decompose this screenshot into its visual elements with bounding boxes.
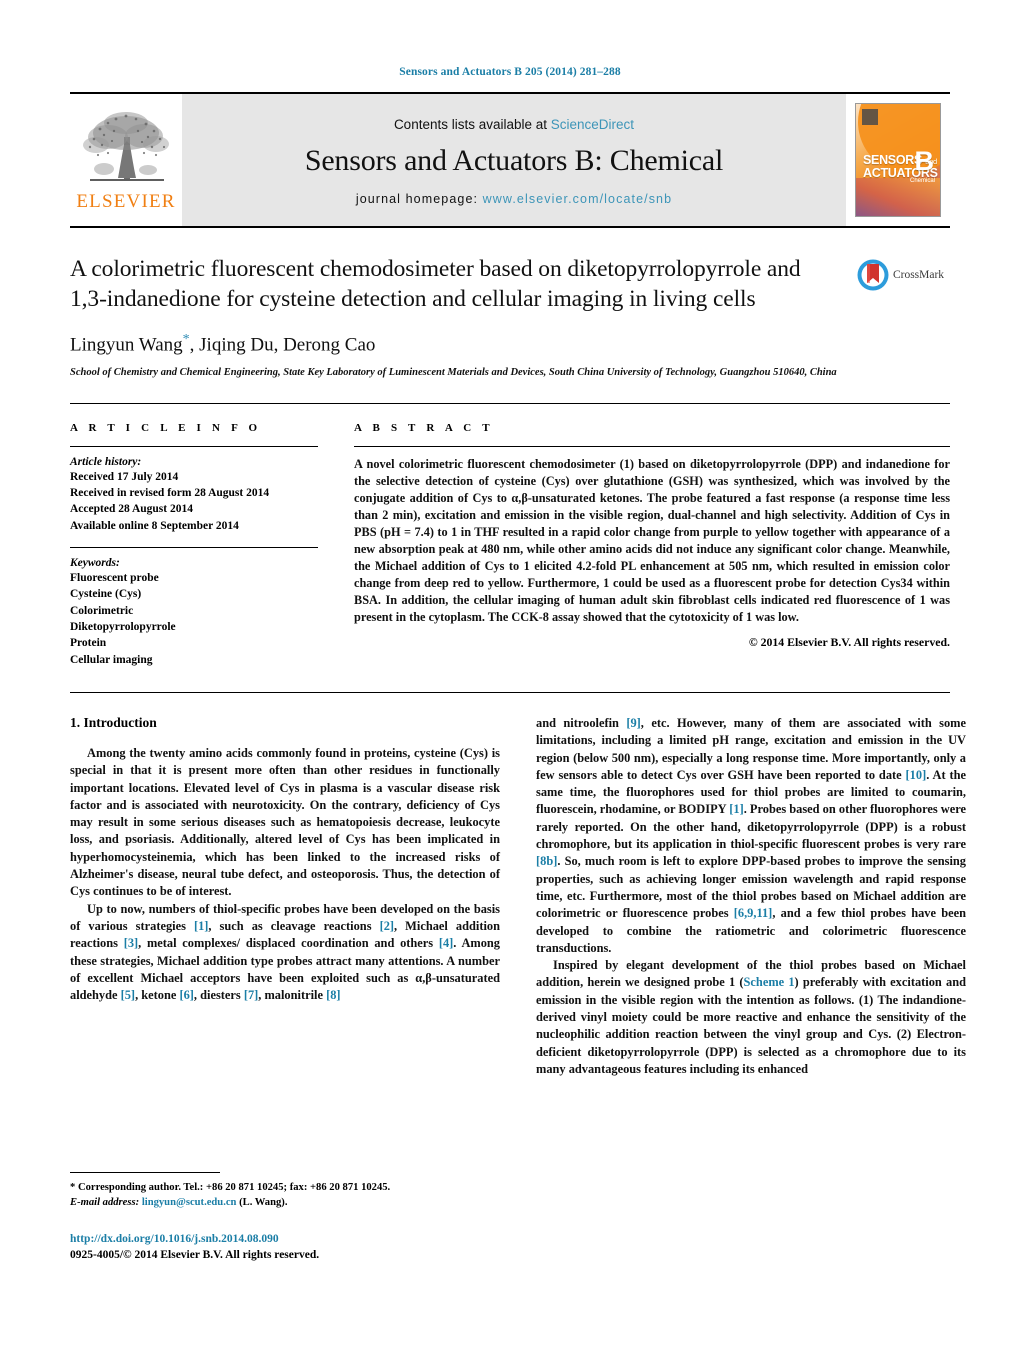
elsevier-logo: ELSEVIER <box>70 94 182 226</box>
history-received: Received 17 July 2014 <box>70 470 179 483</box>
homepage-prefix: journal homepage: <box>355 191 483 206</box>
email-suffix: (L. Wang). <box>236 1197 288 1209</box>
citation-ref[interactable]: [6,9,11] <box>734 906 773 920</box>
citation-ref[interactable]: [10] <box>906 768 927 782</box>
citation-ref[interactable]: [2] <box>380 919 394 933</box>
citation-ref[interactable]: [3] <box>124 936 138 950</box>
citation-ref[interactable]: [7] <box>244 988 258 1002</box>
scheme-ref[interactable]: Scheme 1 <box>744 975 795 989</box>
citation-ref[interactable]: [4] <box>439 936 453 950</box>
citation-ref[interactable]: [1] <box>194 919 208 933</box>
elsevier-wordmark: ELSEVIER <box>76 191 176 212</box>
email-note: E-mail address: lingyun@scut.edu.cn (L. … <box>70 1195 500 1210</box>
info-abstract-region: A R T I C L E I N F O Article history: R… <box>70 402 950 668</box>
corresponding-author-note: * Corresponding author. Tel.: +86 20 871… <box>70 1182 391 1193</box>
citation-ref[interactable]: [8b] <box>536 854 557 868</box>
email-link[interactable]: lingyun@scut.edu.cn <box>142 1197 237 1208</box>
journal-homepage-line: journal homepage: www.elsevier.com/locat… <box>356 192 672 206</box>
doi-link[interactable]: http://dx.doi.org/10.1016/j.snb.2014.08.… <box>70 1231 500 1247</box>
text-run: , malonitrile <box>258 988 327 1003</box>
footnote-region: * Corresponding author. Tel.: +86 20 871… <box>70 1172 500 1263</box>
history-revised: Received in revised form 28 August 2014 <box>70 487 270 500</box>
text-run: ) preferably with excitation and emissio… <box>536 975 966 1076</box>
keyword-item: Protein <box>70 637 107 650</box>
contents-prefix: Contents lists available at <box>393 116 551 132</box>
email-label: E-mail address: <box>70 1197 142 1209</box>
intro-paragraph-3: and nitroolefin [9], etc. However, many … <box>536 715 966 957</box>
cover-elsevier-mark-icon <box>862 109 878 125</box>
abstract-column: A B S T R A C T A novel colorimetric flu… <box>354 422 950 668</box>
citation-ref[interactable]: [1] <box>729 802 743 816</box>
keyword-item: Diketopyrrolopyrrole <box>70 621 176 633</box>
abstract-text: A novel colorimetric fluorescent chemodo… <box>354 456 950 625</box>
text-run: , such as cleavage reactions <box>208 918 380 933</box>
intro-paragraph-1: Among the twenty amino acids commonly fo… <box>70 745 500 899</box>
authors-rest: , Jiqing Du, Derong Cao <box>189 334 376 356</box>
keyword-item: Fluorescent probe <box>70 572 159 585</box>
journal-band: Contents lists available at ScienceDirec… <box>182 94 846 226</box>
keyword-item: Cysteine (Cys) <box>70 588 142 601</box>
text-run: , ketone <box>135 988 180 1003</box>
footnote-divider <box>70 1172 220 1173</box>
abstract-heading: A B S T R A C T <box>354 421 494 434</box>
page-title: A colorimetric fluorescent chemodosimete… <box>70 256 801 313</box>
sciencedirect-link[interactable]: ScienceDirect <box>551 117 634 132</box>
divider <box>354 445 950 447</box>
intro-paragraph-4: Inspired by elegant development of the t… <box>536 957 966 1078</box>
citation-ref[interactable]: [5] <box>121 988 135 1002</box>
intro-paragraph-2: Up to now, numbers of thiol-specific pro… <box>70 901 500 1005</box>
journal-title: Sensors and Actuators B: Chemical <box>304 143 724 177</box>
citation-ref[interactable]: [6] <box>179 988 193 1002</box>
author-marker: * <box>182 332 190 348</box>
keywords-label: Keywords: <box>70 557 120 570</box>
keyword-item: Colorimetric <box>70 604 134 617</box>
section-divider <box>70 691 950 693</box>
article-info-heading: A R T I C L E I N F O <box>70 421 262 434</box>
crossmark-icon <box>857 259 889 291</box>
abstract-copyright: © 2014 Elsevier B.V. All rights reserved… <box>748 635 950 650</box>
journal-homepage-link[interactable]: www.elsevier.com/locate/snb <box>483 192 673 206</box>
journal-cover-block: SENSORS and ACTUATORS B Chemical <box>846 94 950 226</box>
title-area: A colorimetric fluorescent chemodosimete… <box>70 254 950 381</box>
author-corresponding: Lingyun Wang <box>70 334 183 356</box>
running-head: Sensors and Actuators B 205 (2014) 281–2… <box>399 66 621 78</box>
history-accepted: Accepted 28 August 2014 <box>70 503 193 516</box>
divider <box>70 445 318 447</box>
citation-ref[interactable]: [9] <box>626 716 640 730</box>
cover-series-letter: B <box>914 146 935 176</box>
author-list: Lingyun Wang*, Jiqing Du, Derong Cao <box>70 332 950 356</box>
crossmark-label: CrossMark <box>892 269 945 281</box>
text-run: , diesters <box>193 988 244 1003</box>
article-history-label: Article history: <box>70 455 142 468</box>
paper-page: Sensors and Actuators B 205 (2014) 281–2… <box>0 0 1020 1351</box>
journal-cover-thumbnail: SENSORS and ACTUATORS B Chemical <box>855 103 941 217</box>
issn-copyright: 0925-4005/© 2014 Elsevier B.V. All right… <box>70 1248 320 1261</box>
doi-block: http://dx.doi.org/10.1016/j.snb.2014.08.… <box>70 1231 500 1263</box>
cover-subtitle: Chemical <box>909 178 935 184</box>
text-run: and nitroolefin <box>536 715 627 730</box>
elsevier-tree-icon <box>83 112 169 181</box>
left-column: 1. Introduction Among the twenty amino a… <box>70 715 500 1078</box>
contents-available-line: Contents lists available at ScienceDirec… <box>394 117 634 132</box>
journal-masthead: ELSEVIER Contents lists available at Sci… <box>70 92 950 228</box>
keyword-item: Cellular imaging <box>70 653 153 666</box>
crossmark-badge[interactable]: CrossMark <box>850 258 950 292</box>
divider <box>70 547 318 549</box>
right-column: and nitroolefin [9], etc. However, many … <box>536 715 966 1078</box>
introduction-heading: 1. Introduction <box>70 714 157 730</box>
history-online: Available online 8 September 2014 <box>70 519 239 532</box>
affiliation: School of Chemistry and Chemical Enginee… <box>70 367 837 379</box>
text-run: , metal complexes/ displaced coordinatio… <box>138 936 439 951</box>
citation-ref[interactable]: [8] <box>326 988 340 1002</box>
body-columns: 1. Introduction Among the twenty amino a… <box>70 715 966 1078</box>
article-info-column: A R T I C L E I N F O Article history: R… <box>70 422 318 668</box>
